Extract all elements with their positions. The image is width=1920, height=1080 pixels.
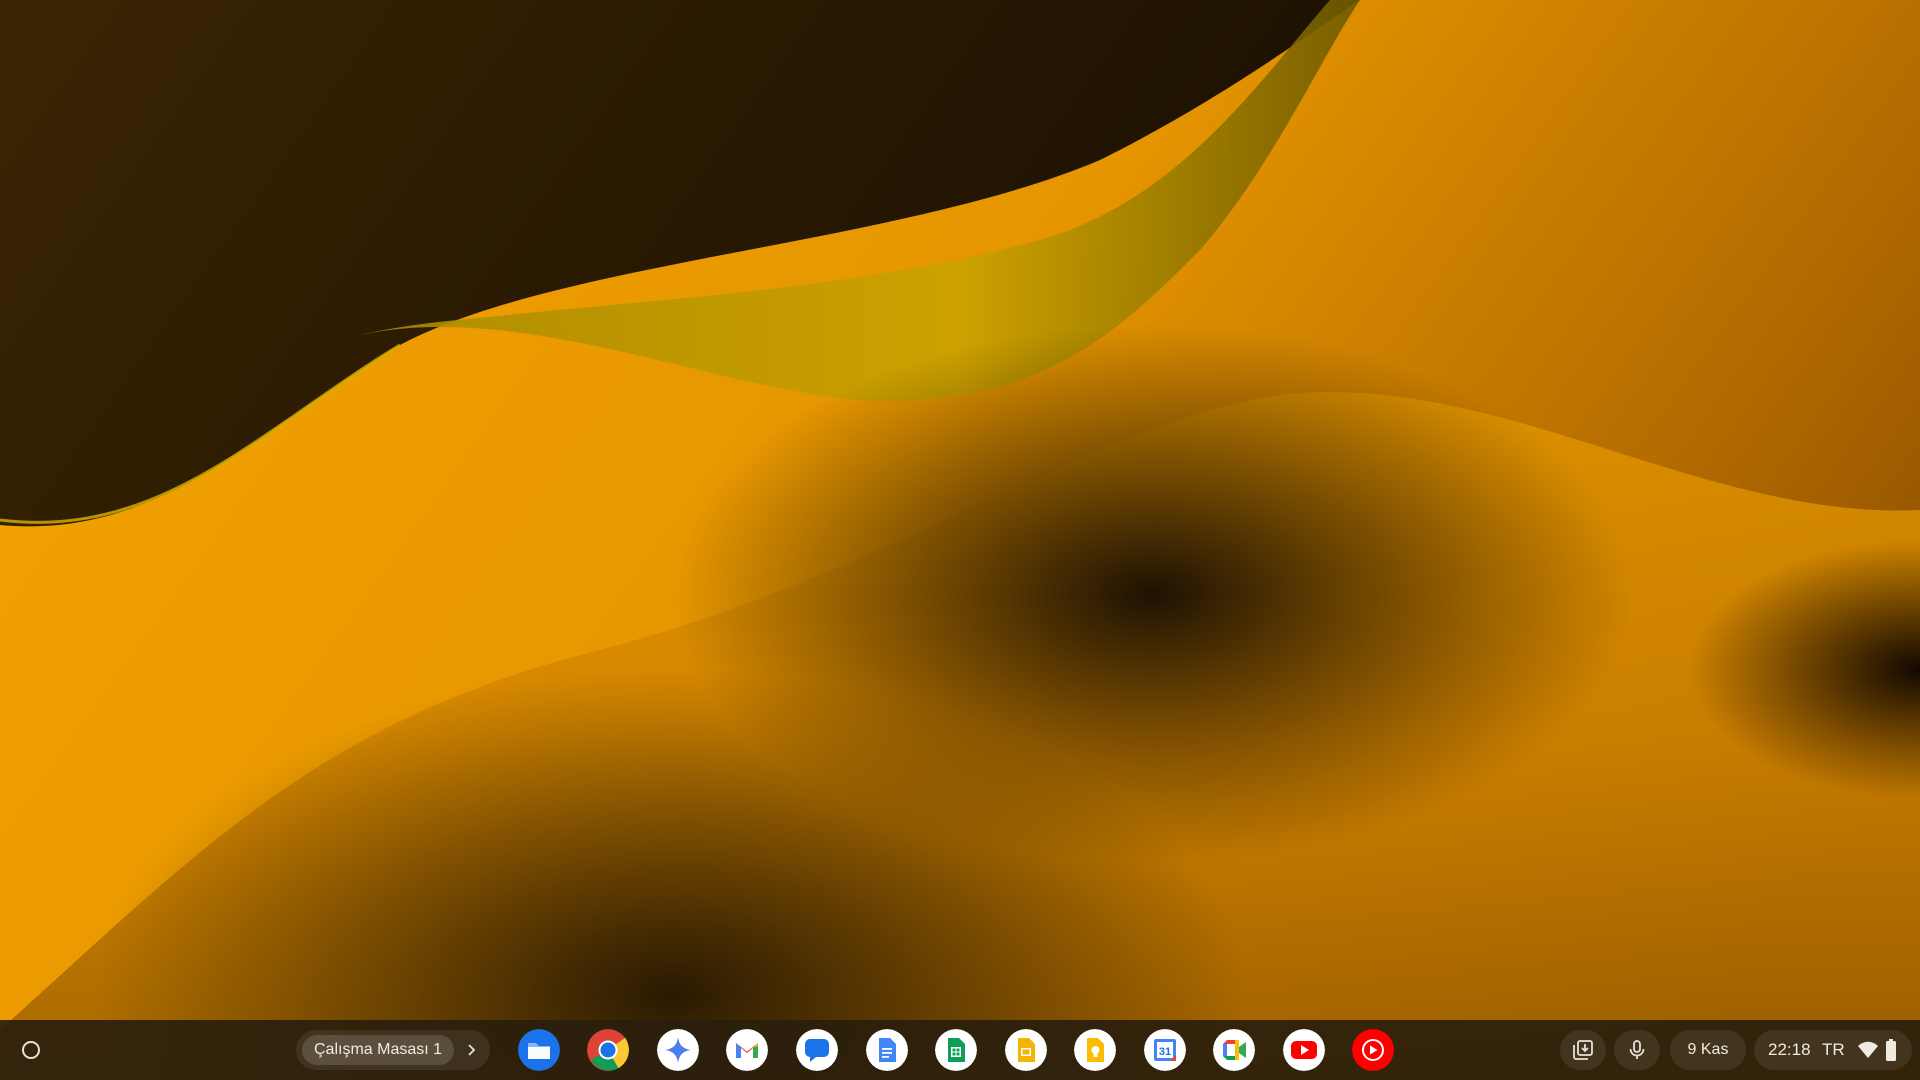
wifi-icon — [1858, 1041, 1878, 1058]
gemini-icon — [657, 1029, 699, 1071]
launcher-button[interactable] — [14, 1033, 48, 1067]
app-youtube[interactable] — [1283, 1029, 1325, 1071]
desk-next-button[interactable] — [456, 1035, 486, 1065]
app-gemini[interactable] — [657, 1029, 699, 1071]
app-chrome[interactable] — [587, 1029, 629, 1071]
app-gmail[interactable] — [726, 1029, 768, 1071]
calendar-day-text: 31 — [1159, 1046, 1171, 1058]
app-docs[interactable] — [866, 1029, 908, 1071]
wallpaper — [0, 0, 1920, 1080]
calendar-icon: 31 — [1144, 1029, 1186, 1071]
desk-button: Çalışma Masası 1 — [296, 1030, 490, 1070]
chevron-right-icon — [468, 1044, 476, 1056]
gmail-icon — [726, 1029, 768, 1071]
app-files[interactable] — [518, 1029, 560, 1071]
clock-label: 22:18 — [1768, 1040, 1811, 1059]
app-calendar[interactable]: 31 — [1144, 1029, 1186, 1071]
messages-icon — [796, 1029, 838, 1071]
app-sheets[interactable] — [935, 1029, 977, 1071]
slides-icon — [1005, 1029, 1047, 1071]
files-icon — [518, 1029, 560, 1071]
youtube-icon — [1283, 1029, 1325, 1071]
launcher-circle-icon — [22, 1041, 40, 1059]
dictation-button[interactable] — [1614, 1030, 1660, 1070]
sheets-icon — [935, 1029, 977, 1071]
battery-icon — [1886, 1039, 1896, 1061]
app-youtube-music[interactable] — [1352, 1029, 1394, 1071]
app-meet[interactable] — [1213, 1029, 1255, 1071]
desk-name-button[interactable]: Çalışma Masası 1 — [302, 1035, 455, 1065]
date-label: 9 Kas — [1687, 1041, 1729, 1058]
app-slides[interactable] — [1005, 1029, 1047, 1071]
docs-icon — [866, 1029, 908, 1071]
holding-space-icon — [1573, 1040, 1593, 1060]
keep-icon — [1074, 1029, 1116, 1071]
chrome-icon — [587, 1029, 629, 1071]
shelf: Çalışma Masası 1 31 9 Kas 22:18 TR — [0, 1020, 1920, 1080]
meet-icon — [1213, 1029, 1255, 1071]
youtube-music-icon — [1352, 1029, 1394, 1071]
app-keep[interactable] — [1074, 1029, 1116, 1071]
ime-label: TR — [1822, 1040, 1845, 1059]
desk-name-label: Çalışma Masası 1 — [314, 1041, 443, 1058]
desktop: Çalışma Masası 1 31 9 Kas 22:18 TR — [0, 0, 1920, 1080]
status-area-button[interactable]: 22:18 TR — [1754, 1030, 1912, 1070]
holding-space-button[interactable] — [1560, 1030, 1606, 1070]
date-button[interactable]: 9 Kas — [1670, 1030, 1746, 1070]
microphone-icon — [1629, 1040, 1645, 1059]
app-messages[interactable] — [796, 1029, 838, 1071]
